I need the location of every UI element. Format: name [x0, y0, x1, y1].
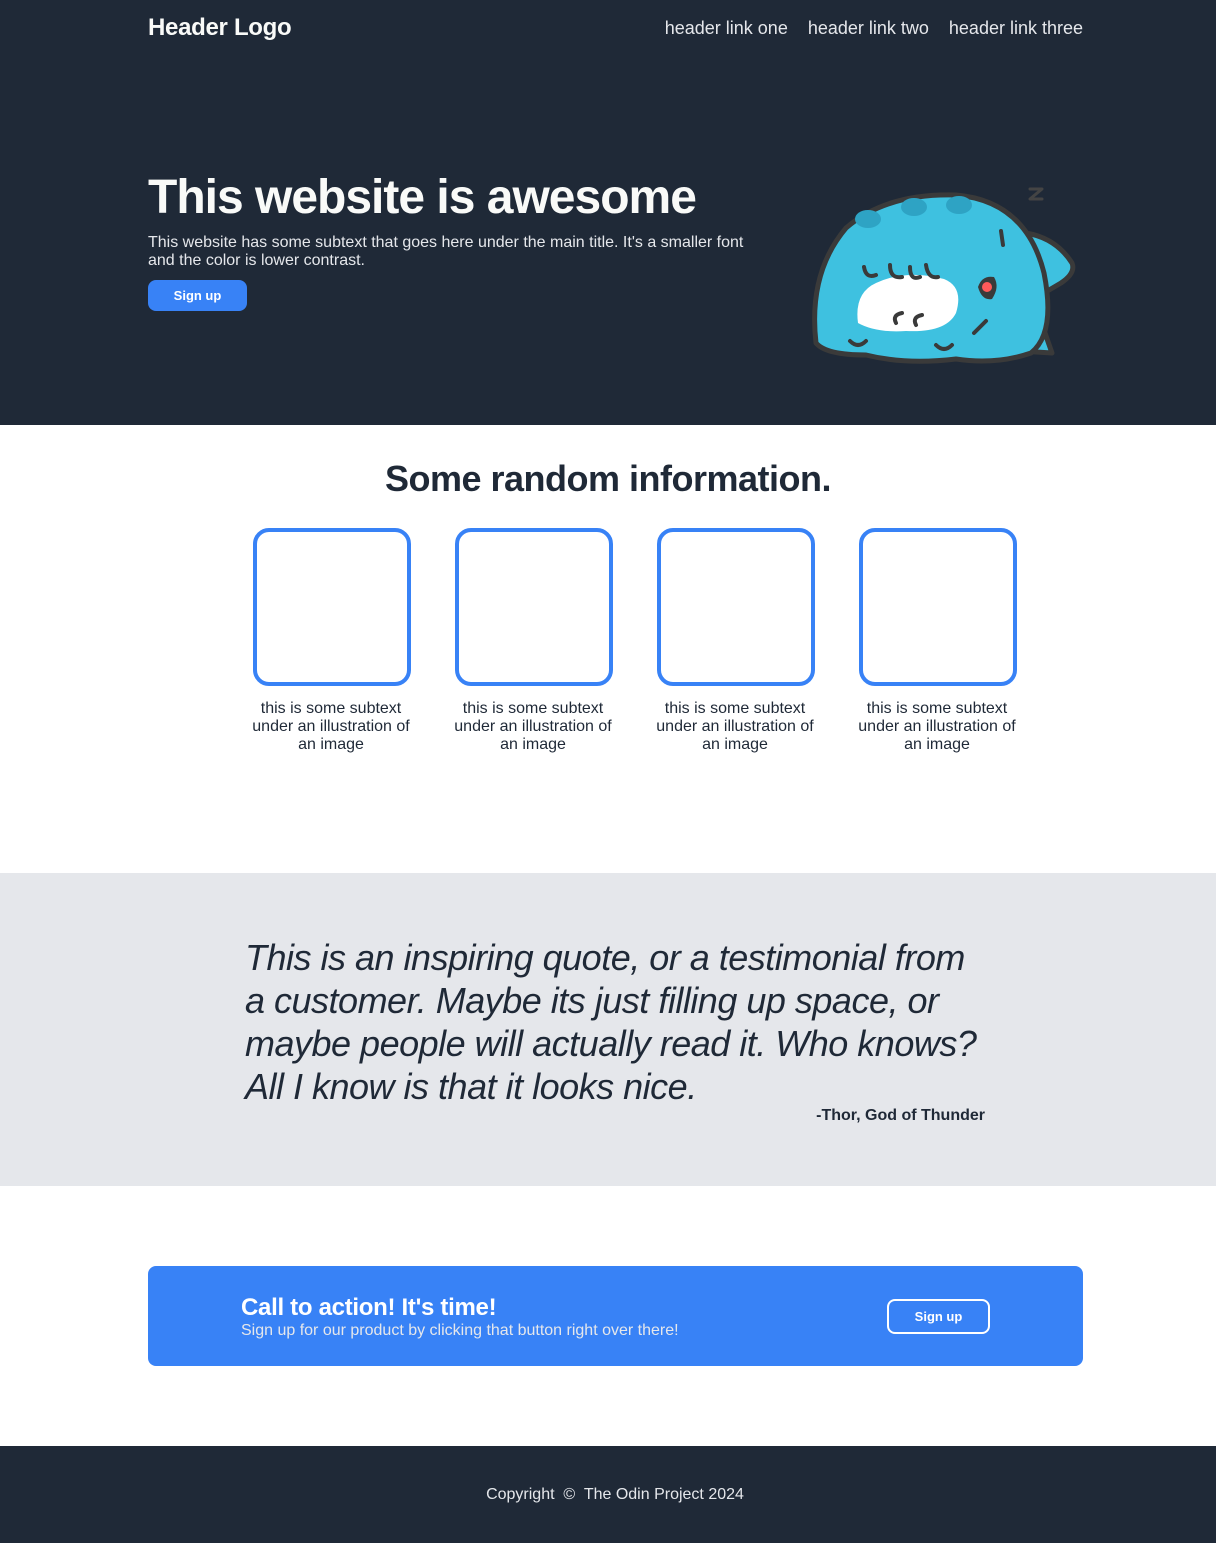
quote-section: This is an inspiring quote, or a testimo… [0, 873, 1216, 1186]
info-title: Some random information. [384, 458, 832, 499]
card-caption: this is some subtext under an illustrati… [656, 700, 814, 753]
info-cards: this is some subtext under an illustrati… [245, 528, 1023, 754]
hero-signup-button[interactable]: Sign up [148, 280, 247, 311]
cta-title: Call to action! It's time! [241, 1294, 497, 1321]
site-header: Header Logo header link one header link … [148, 14, 1083, 42]
hero-content: This website is awesome This website has… [148, 170, 778, 311]
image-placeholder [859, 528, 1017, 686]
image-placeholder [455, 528, 613, 686]
info-card: this is some subtext under an illustrati… [447, 528, 619, 754]
header-logo[interactable]: Header Logo [148, 14, 292, 42]
info-section: Some random information. this is some su… [0, 425, 1216, 873]
call-to-action: Call to action! It's time! Sign up for o… [148, 1266, 1083, 1366]
info-card: this is some subtext under an illustrati… [851, 528, 1023, 754]
cta-signup-button[interactable]: Sign up [887, 1299, 990, 1334]
testimonial-quote: This is an inspiring quote, or a testimo… [245, 937, 977, 1107]
hero-title: This website is awesome [148, 171, 697, 224]
hero-subtitle: This website has some subtext that goes … [148, 234, 744, 269]
cta-subtitle: Sign up for our product by clicking that… [241, 1322, 679, 1339]
header-link-two[interactable]: header link two [808, 18, 929, 39]
sleeping-monster-illustration [812, 187, 1076, 364]
card-caption: this is some subtext under an illustrati… [454, 700, 612, 753]
footer-copyright: Copyright © The Odin Project 2024 [486, 1486, 744, 1503]
card-caption: this is some subtext under an illustrati… [252, 700, 410, 753]
header-link-three[interactable]: header link three [949, 18, 1083, 39]
card-caption: this is some subtext under an illustrati… [858, 700, 1016, 753]
info-card: this is some subtext under an illustrati… [245, 528, 417, 754]
info-card: this is some subtext under an illustrati… [649, 528, 821, 754]
site-footer: Copyright © The Odin Project 2024 [0, 1446, 1216, 1543]
header-link-one[interactable]: header link one [665, 18, 788, 39]
quote-author: -Thor, God of Thunder [816, 1107, 985, 1124]
header-nav: header link one header link two header l… [665, 18, 1083, 39]
image-placeholder [253, 528, 411, 686]
image-placeholder [657, 528, 815, 686]
hero-section: Header Logo header link one header link … [0, 0, 1216, 425]
